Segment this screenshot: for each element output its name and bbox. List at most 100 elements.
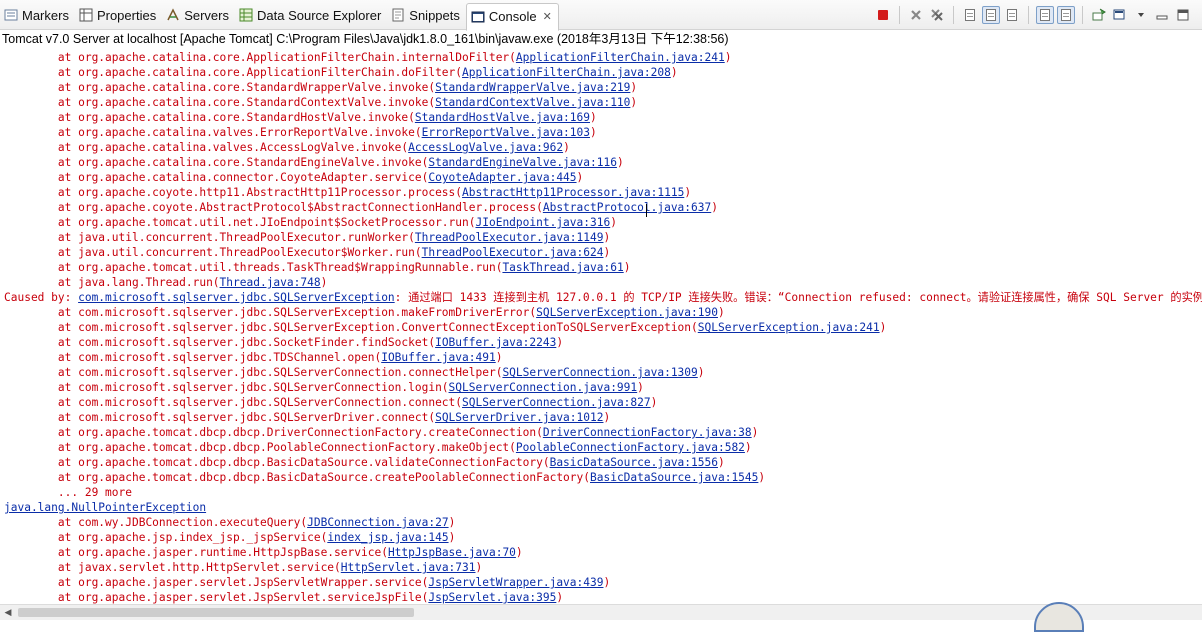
source-link[interactable]: StandardHostValve.java:169	[415, 111, 590, 124]
console-line-tail: )	[717, 456, 725, 469]
console-line: at org.apache.jasper.servlet.JspServlet.…	[4, 590, 1202, 604]
display-console-icon	[1113, 9, 1125, 20]
remove-all-terminated-button[interactable]	[928, 6, 946, 24]
tab-data-source-explorer[interactable]: Data Source Explorer	[235, 2, 387, 28]
word-wrap-button[interactable]	[1003, 6, 1021, 24]
console-line-tail: )	[684, 186, 692, 199]
console-line-tail: )	[637, 381, 644, 394]
source-link[interactable]: AbstractHttp11Processor.java:1115	[462, 186, 684, 199]
scroll-left-arrow[interactable]: ◀	[2, 606, 14, 619]
source-link[interactable]: DriverConnectionFactory.java:38	[543, 426, 752, 439]
tab-label: Console	[488, 9, 537, 24]
source-link[interactable]: IOBuffer.java:491	[381, 351, 496, 364]
console-line-text: at org.apache.tomcat.dbcp.dbcp.BasicData…	[4, 456, 550, 469]
source-link[interactable]: JspServletWrapper.java:439	[428, 576, 603, 589]
source-link[interactable]: StandardEngineValve.java:116	[428, 156, 617, 169]
source-link[interactable]: index_jsp.java:145	[327, 531, 448, 544]
source-link[interactable]: AccessLogValve.java:962	[408, 141, 563, 154]
display-selected-console-button[interactable]	[1111, 6, 1129, 24]
console-line-text: at org.apache.coyote.AbstractProtocol$Ab…	[4, 201, 543, 214]
source-link[interactable]: JIoEndpoint.java:316	[476, 216, 611, 229]
source-link[interactable]: Thread.java:748	[220, 276, 321, 289]
clear-console-button[interactable]	[961, 6, 979, 24]
console-output[interactable]: at org.apache.catalina.core.ApplicationF…	[0, 48, 1202, 604]
console-line: at org.apache.tomcat.dbcp.dbcp.PoolableC…	[4, 440, 1202, 455]
console-line: at org.apache.coyote.AbstractProtocol$Ab…	[4, 200, 1202, 215]
maximize-view-button[interactable]	[1174, 6, 1192, 24]
source-link[interactable]: IOBuffer.java:2243	[435, 336, 556, 349]
source-link[interactable]: ThreadPoolExecutor.java:1149	[415, 231, 604, 244]
console-line-text: at com.wy.JDBConnection.executeQuery(	[4, 516, 308, 529]
source-link[interactable]: ApplicationFilterChain.java:208	[462, 66, 671, 79]
console-line: at com.wy.JDBConnection.executeQuery(JDB…	[4, 515, 1202, 530]
source-link[interactable]: com.microsoft.sqlserver.jdbc.SQLServerEx…	[78, 291, 395, 304]
source-link[interactable]: BasicDataSource.java:1545	[590, 471, 758, 484]
console-line-tail: )	[556, 336, 564, 349]
tab-servers[interactable]: Servers	[162, 2, 235, 28]
console-line-text: at com.microsoft.sqlserver.jdbc.SQLServe…	[4, 381, 449, 394]
console-line-text: at org.apache.jasper.servlet.JspServletW…	[4, 576, 429, 589]
console-line: at org.apache.catalina.core.ApplicationF…	[4, 65, 1202, 80]
close-icon[interactable]: ✕	[543, 10, 552, 23]
source-link[interactable]: HttpJspBase.java:70	[388, 546, 516, 559]
console-line-text: at com.microsoft.sqlserver.jdbc.SQLServe…	[4, 396, 463, 409]
process-label: Tomcat v7.0 Server at localhost [Apache …	[2, 32, 729, 46]
source-link[interactable]: BasicDataSource.java:1556	[550, 456, 718, 469]
source-link[interactable]: HttpServlet.java:731	[341, 561, 476, 574]
tab-properties[interactable]: Properties	[75, 2, 162, 28]
console-line-tail: )	[610, 216, 617, 229]
source-link[interactable]: ApplicationFilterChain.java:241	[516, 51, 725, 64]
source-link[interactable]: java.lang.NullPointerException	[4, 501, 206, 514]
remove-launch-button[interactable]	[907, 6, 925, 24]
source-link[interactable]: ErrorReportValve.java:103	[422, 126, 590, 139]
source-link[interactable]: SQLServerDriver.java:1012	[435, 411, 603, 424]
source-link[interactable]: StandardContextValve.java:110	[435, 96, 630, 109]
console-line-text: at org.apache.tomcat.dbcp.dbcp.BasicData…	[4, 471, 590, 484]
snippets-icon	[391, 8, 405, 22]
source-link[interactable]: PoolableConnectionFactory.java:582	[516, 441, 745, 454]
console-line-text: at org.apache.tomcat.util.threads.TaskTh…	[4, 261, 503, 274]
toolbar-separator	[1082, 6, 1083, 24]
console-icon	[471, 10, 485, 24]
console-line: at com.microsoft.sqlserver.jdbc.SQLServe…	[4, 320, 1202, 335]
source-link[interactable]: TaskThread.java:61	[502, 261, 623, 274]
stdout-icon	[1040, 9, 1050, 21]
console-line-text: at org.apache.tomcat.dbcp.dbcp.DriverCon…	[4, 426, 543, 439]
console-line: at org.apache.tomcat.dbcp.dbcp.BasicData…	[4, 455, 1202, 470]
console-line: ... 29 more	[4, 485, 1202, 500]
tab-console[interactable]: Console ✕	[465, 2, 559, 31]
source-link[interactable]: StandardWrapperValve.java:219	[435, 81, 630, 94]
console-line-tail: )	[623, 261, 631, 274]
tab-markers[interactable]: Markers	[0, 2, 75, 28]
source-link[interactable]: JspServlet.java:395	[428, 591, 556, 604]
console-line-text: at com.microsoft.sqlserver.jdbc.TDSChann…	[4, 351, 382, 364]
source-link[interactable]: SQLServerConnection.java:827	[462, 396, 651, 409]
source-link[interactable]: SQLServerException.java:241	[698, 321, 880, 334]
show-on-stderr-button[interactable]	[1057, 6, 1075, 24]
chevron-down-icon	[1138, 13, 1144, 17]
console-line-text: at com.microsoft.sqlserver.jdbc.SQLServe…	[4, 411, 436, 424]
console-line: at org.apache.catalina.core.StandardCont…	[4, 95, 1202, 110]
source-link[interactable]: SQLServerConnection.java:1309	[502, 366, 697, 379]
minimize-view-button[interactable]	[1153, 6, 1171, 24]
console-line: at org.apache.catalina.core.StandardEngi…	[4, 155, 1202, 170]
source-link[interactable]: SQLServerException.java:190	[536, 306, 718, 319]
console-line: at com.microsoft.sqlserver.jdbc.SQLServe…	[4, 395, 1202, 410]
tab-snippets[interactable]: Snippets	[387, 2, 466, 28]
terminate-icon	[878, 10, 888, 20]
source-link[interactable]: AbstractProtocol.java:637	[543, 201, 711, 214]
console-line-text: at java.util.concurrent.ThreadPoolExecut…	[4, 246, 422, 259]
display-console-dropdown[interactable]	[1132, 6, 1150, 24]
terminate-button[interactable]	[874, 6, 892, 24]
pin-console-button[interactable]	[1090, 6, 1108, 24]
source-link[interactable]: SQLServerConnection.java:991	[449, 381, 638, 394]
source-link[interactable]: ThreadPoolExecutor.java:624	[422, 246, 604, 259]
source-link[interactable]: JDBConnection.java:27	[307, 516, 448, 529]
console-line-tail: )	[758, 471, 766, 484]
scroll-lock-button[interactable]	[982, 6, 1000, 24]
scrollbar-thumb[interactable]	[18, 608, 414, 617]
show-on-stdout-button[interactable]	[1036, 6, 1054, 24]
source-link[interactable]: CoyoteAdapter.java:445	[428, 171, 576, 184]
console-line-text: at org.apache.jasper.runtime.HttpJspBase…	[4, 546, 388, 559]
horizontal-scrollbar[interactable]: ◀	[0, 604, 1202, 620]
